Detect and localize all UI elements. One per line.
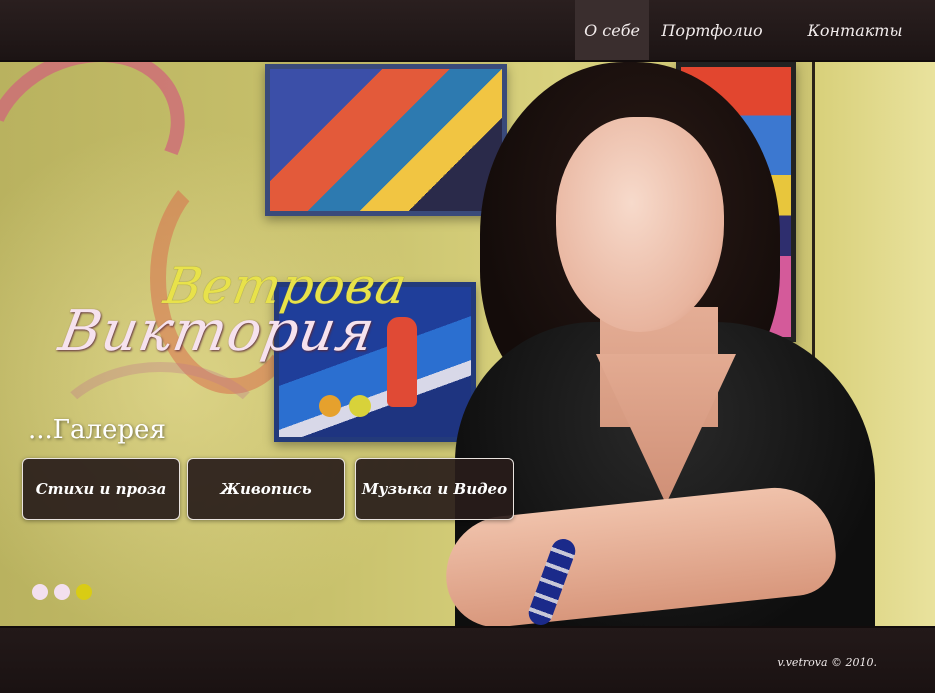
- logo-name: Виктория: [54, 299, 381, 364]
- slider-dots: [32, 584, 92, 600]
- hero-banner: Ветрова Виктория ...Галерея Стихи и проз…: [0, 62, 935, 626]
- main-nav: О себе Портфолио Контакты: [575, 0, 935, 60]
- footer: v.vetrova © 2010.: [0, 626, 935, 693]
- site-logo[interactable]: Ветрова Виктория: [54, 257, 420, 397]
- nav-item-contacts[interactable]: Контакты: [775, 0, 935, 60]
- slider-dot-2[interactable]: [54, 584, 70, 600]
- slider-dot-1[interactable]: [32, 584, 48, 600]
- nav-item-about[interactable]: О себе: [575, 0, 649, 60]
- portrait-face: [556, 117, 724, 332]
- poetry-prose-button[interactable]: Стихи и проза: [22, 458, 180, 520]
- painting-abstract: [265, 64, 507, 216]
- nav-item-portfolio[interactable]: Портфолио: [649, 0, 775, 60]
- top-navigation-bar: О себе Портфолио Контакты: [0, 0, 935, 62]
- music-video-button[interactable]: Музыка и Видео: [355, 458, 514, 520]
- painting-button[interactable]: Живопись: [187, 458, 345, 520]
- slider-dot-3[interactable]: [76, 584, 92, 600]
- gallery-heading: ...Галерея: [28, 415, 166, 445]
- copyright-text: v.vetrova © 2010.: [777, 656, 877, 669]
